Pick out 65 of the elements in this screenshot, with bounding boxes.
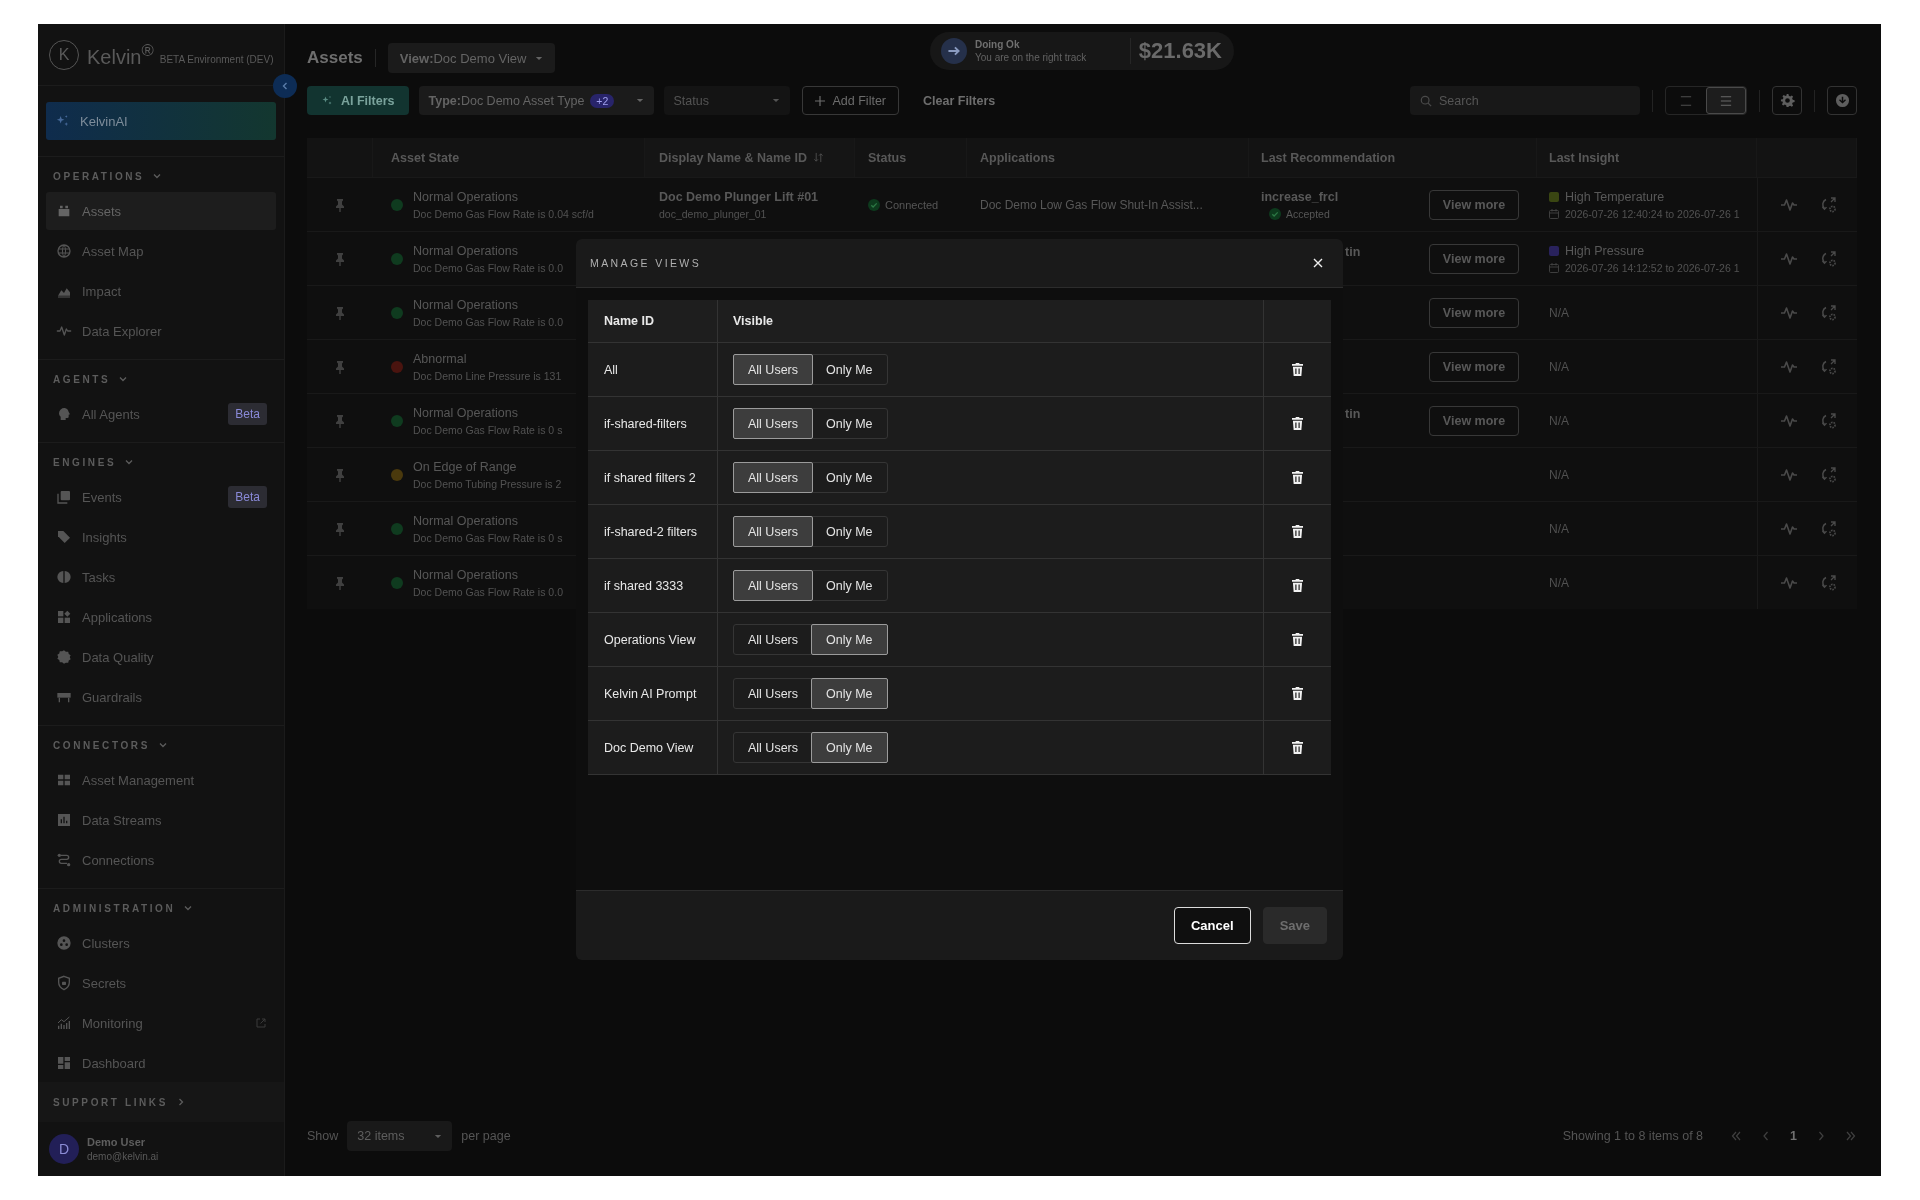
recommendation-text: tin — [1345, 244, 1362, 259]
view-name: if-shared-filters — [604, 416, 687, 431]
recommendation-status: Accepted — [1286, 207, 1330, 220]
status-title: Doing Ok — [975, 39, 1021, 50]
view-name: Doc Demo View — [604, 740, 694, 755]
view-name: Kelvin AI Prompt — [604, 686, 697, 701]
view-name: All — [604, 362, 618, 377]
asset-state-detail: Doc Demo Gas Flow Rate is 0.0 — [413, 315, 563, 328]
user-name: Demo User — [87, 1136, 147, 1148]
column-header: Display Name & Name ID — [659, 150, 807, 165]
asset-state-detail: Doc Demo Gas Flow Rate is 0.0 — [413, 585, 563, 598]
recommendation-text: increase_frcl — [1261, 189, 1340, 204]
show-label: Show — [307, 1129, 339, 1143]
view-name: Operations View — [604, 632, 696, 647]
asset-state-detail: Doc Demo Gas Flow Rate is 0.0 — [413, 261, 563, 274]
column-header: Visible — [733, 314, 774, 328]
insight-period: 2026-07-26 14:12:52 to 2026-07-26 1 — [1565, 261, 1740, 274]
asset-state: Normal Operations — [413, 405, 519, 420]
view-name: if-shared-2 filters — [604, 524, 698, 539]
connection-status: Connected — [885, 198, 939, 211]
asset-state-detail: Doc Demo Line Pressure is 131 — [413, 369, 562, 382]
asset-state-detail: Doc Demo Tubing Pressure is 2 — [413, 477, 562, 490]
asset-state-detail: Doc Demo Gas Flow Rate is 0 s — [413, 423, 563, 436]
name-id: doc_demo_plunger_01 — [659, 207, 768, 220]
recommendation-text: tin — [1345, 406, 1362, 421]
insight-label: High Temperature — [1565, 189, 1665, 204]
user-email: demo@kelvin.ai — [87, 1151, 159, 1162]
insight-empty: N/A — [1549, 359, 1569, 374]
asset-state: Normal Operations — [413, 567, 519, 582]
insight-period: 2026-07-26 12:40:24 to 2026-07-26 1 — [1565, 207, 1740, 220]
per-page-label: per page — [461, 1129, 511, 1143]
column-header: Applications — [980, 150, 1055, 165]
view-name: if shared filters 2 — [604, 470, 696, 485]
asset-state: Normal Operations — [413, 189, 519, 204]
asset-state: Normal Operations — [413, 297, 519, 312]
view-name: if shared 3333 — [604, 578, 684, 593]
dialog-title: MANAGE VIEWS — [590, 257, 702, 269]
asset-state: On Edge of Range — [413, 459, 518, 474]
display-name: Doc Demo Plunger Lift #01 — [659, 189, 819, 204]
asset-state: Normal Operations — [413, 243, 519, 258]
pagination-summary: Showing 1 to 8 items of 8 — [1562, 1129, 1704, 1143]
status-message: You are on the right track — [975, 52, 1088, 63]
page-title: Assets — [307, 48, 363, 68]
insight-empty: N/A — [1549, 521, 1569, 536]
column-header: Status — [868, 150, 907, 165]
asset-state-detail: Doc Demo Gas Flow Rate is 0.04 scf/d — [413, 207, 594, 220]
asset-state: Abnormal — [413, 351, 468, 366]
insight-label: High Pressure — [1565, 243, 1645, 258]
column-header: Last Recommendation — [1261, 150, 1396, 165]
column-header: Name ID — [604, 314, 655, 328]
asset-state-detail: Doc Demo Gas Flow Rate is 0 s — [413, 531, 563, 544]
asset-state: Normal Operations — [413, 513, 519, 528]
beta-badge: Beta — [228, 403, 267, 425]
beta-badge: Beta — [228, 486, 267, 508]
insight-empty: N/A — [1549, 467, 1569, 482]
insight-empty: N/A — [1549, 305, 1569, 320]
count-badge: +2 — [590, 93, 615, 108]
insight-empty: N/A — [1549, 575, 1569, 590]
application-name: Doc Demo Low Gas Flow Shut-In Assist... — [980, 197, 1203, 212]
column-header: Asset State — [391, 150, 460, 165]
logo-wordmark: Kelvin$^{®}$ — [87, 40, 154, 69]
insight-empty: N/A — [1549, 413, 1569, 428]
environment-label: BETA Environment (DEV) — [159, 54, 274, 65]
savings-amount: $21.63K — [1138, 38, 1222, 64]
column-header: Last Insight — [1549, 150, 1620, 165]
